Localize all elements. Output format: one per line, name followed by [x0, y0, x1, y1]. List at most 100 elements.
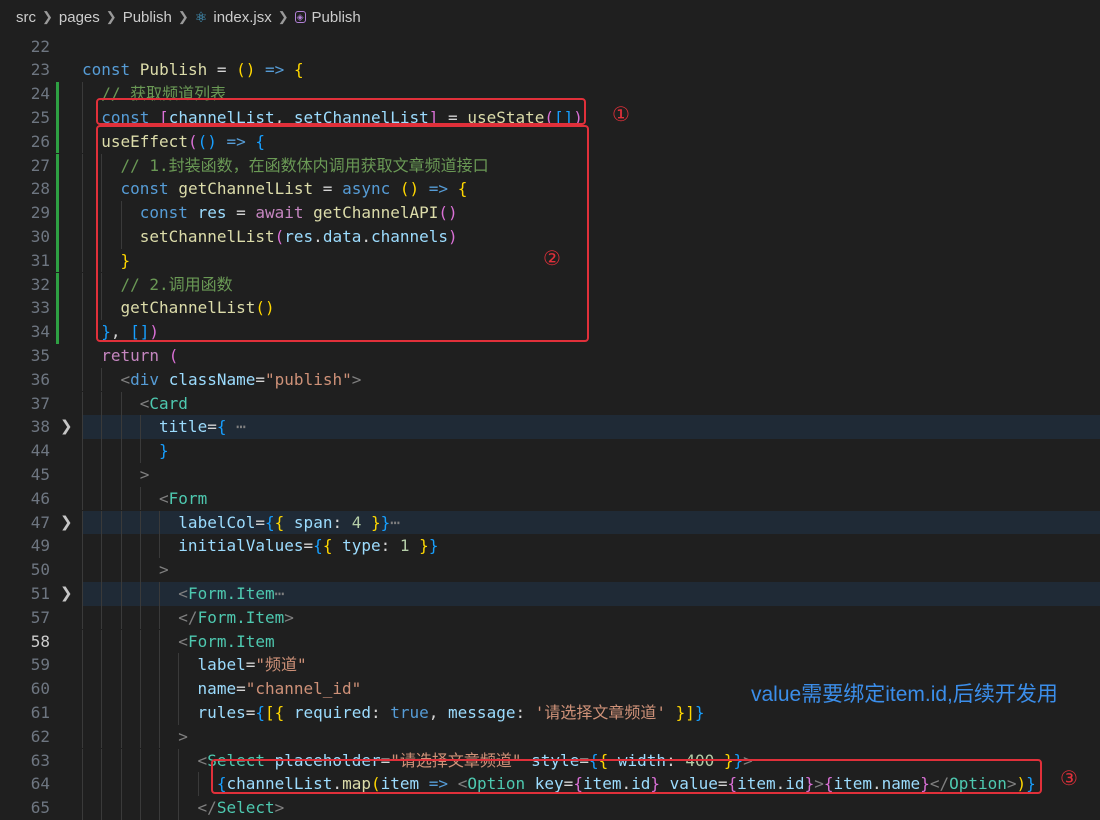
- indent-guide: [82, 748, 83, 773]
- indent-guide: [139, 486, 141, 511]
- line-number: 58: [30, 631, 50, 651]
- code-line[interactable]: 38 ❯ title={ ⋯: [0, 415, 1100, 440]
- breadcrumb-symbol[interactable]: Publish: [312, 9, 361, 26]
- fold-chevron-icon[interactable]: ❯: [60, 582, 73, 606]
- code-text: >: [178, 726, 188, 746]
- line-number: 62: [30, 726, 50, 746]
- line-number: 25: [30, 107, 50, 127]
- line-number: 22: [30, 36, 50, 56]
- code-line[interactable]: 35 return (: [0, 343, 1100, 368]
- line-number: 32: [30, 274, 50, 294]
- code-line[interactable]: 51 ❯ <Form.Item⋯: [0, 581, 1100, 606]
- code-line[interactable]: 57 </Form.Item>: [0, 605, 1100, 630]
- git-change-marker: [56, 201, 59, 225]
- indent-guide: [82, 629, 83, 654]
- indent-guide: [101, 439, 103, 463]
- git-change-marker: [56, 224, 59, 249]
- indent-guide: [101, 605, 103, 630]
- code-text: <Form.Item: [178, 631, 275, 651]
- react-file-icon: ⚛: [194, 8, 208, 25]
- indent-guide: [120, 510, 122, 535]
- git-change-marker: [56, 272, 59, 297]
- fold-chevron-icon[interactable]: ❯: [60, 511, 73, 535]
- indent-guide: [178, 700, 180, 725]
- line-number: 61: [30, 702, 50, 722]
- code-line[interactable]: 45 >: [0, 462, 1100, 487]
- line-number: 35: [30, 345, 50, 365]
- code-line[interactable]: 58 <Form.Item: [0, 629, 1100, 654]
- breadcrumb-publish-folder[interactable]: Publish: [123, 9, 172, 26]
- indent-guide: [159, 724, 161, 749]
- code-line[interactable]: 36 <div className="publish">: [0, 367, 1100, 392]
- indent-guide: [139, 510, 141, 535]
- indent-guide: [101, 700, 103, 725]
- indent-guide: [139, 581, 141, 606]
- indent-guide: [82, 82, 83, 106]
- indent-guide: [82, 320, 83, 344]
- fold-chevron-icon[interactable]: ❯: [60, 415, 73, 439]
- indent-guide: [101, 391, 103, 416]
- indent-guide: [120, 581, 122, 606]
- code-line[interactable]: 65 </Select>: [0, 796, 1100, 820]
- indent-guide: [120, 534, 122, 559]
- indent-guide: [120, 486, 122, 511]
- annotation-mark-2: ②: [543, 246, 561, 270]
- indent-guide: [159, 700, 161, 725]
- indent-guide: [120, 605, 122, 630]
- line-number: 45: [30, 464, 50, 484]
- code-line[interactable]: 22: [0, 35, 1100, 59]
- indent-guide: [101, 534, 103, 559]
- indent-guide: [120, 724, 122, 749]
- indent-guide: [101, 629, 103, 654]
- code-line[interactable]: 50 >: [0, 558, 1100, 582]
- code-line[interactable]: 62 >: [0, 724, 1100, 749]
- code-text: <Card: [139, 393, 188, 413]
- indent-guide: [101, 581, 103, 606]
- line-number: 26: [30, 131, 50, 151]
- code-text: >: [139, 464, 150, 484]
- code-line[interactable]: 37 <Card: [0, 391, 1100, 416]
- code-line[interactable]: 47 ❯ labelCol={{ span: 4 }}⋯: [0, 510, 1100, 535]
- indent-guide: [139, 653, 141, 678]
- code-line[interactable]: 59 label="频道": [0, 653, 1100, 678]
- line-number: 27: [30, 155, 50, 175]
- indent-guide: [101, 748, 103, 773]
- code-text: </Select>: [197, 798, 285, 818]
- code-line[interactable]: 44}: [0, 439, 1100, 463]
- indent-guide: [139, 796, 141, 820]
- indent-guide: [120, 629, 122, 654]
- chevron-right-icon: ❯: [42, 9, 53, 24]
- git-change-marker: [56, 105, 59, 130]
- indent-guide: [139, 605, 141, 630]
- indent-guide: [101, 486, 103, 511]
- indent-guide: [159, 510, 161, 535]
- indent-guide: [120, 748, 122, 773]
- indent-guide: [82, 105, 83, 130]
- line-number: 64: [30, 774, 50, 794]
- code-line[interactable]: 49 initialValues={{ type: 1 }}: [0, 534, 1100, 559]
- git-change-marker: [56, 296, 59, 321]
- breadcrumb-file[interactable]: index.jsx: [213, 9, 271, 26]
- indent-guide: [82, 462, 83, 487]
- indent-guide: [139, 415, 141, 440]
- indent-guide: [139, 748, 141, 773]
- line-number: 44: [30, 441, 50, 461]
- code-text: >: [159, 560, 169, 580]
- indent-guide: [120, 439, 122, 463]
- breadcrumb-pages[interactable]: pages: [59, 9, 100, 26]
- indent-guide: [101, 653, 103, 678]
- git-change-marker: [56, 320, 59, 344]
- indent-guide: [178, 796, 180, 820]
- indent-guide: [178, 748, 180, 773]
- line-number: 47: [30, 512, 50, 532]
- code-line[interactable]: 46 <Form: [0, 486, 1100, 511]
- code-text: <Form: [159, 488, 208, 508]
- code-text: </Form.Item>: [178, 607, 294, 627]
- annotation-box-2: [96, 125, 589, 342]
- code-text: name="channel_id": [197, 679, 362, 699]
- indent-guide: [139, 700, 141, 725]
- indent-guide: [159, 581, 161, 606]
- code-line[interactable]: 23 const Publish = () => {: [0, 58, 1100, 82]
- breadcrumb-src[interactable]: src: [16, 9, 36, 26]
- indent-guide: [82, 700, 83, 725]
